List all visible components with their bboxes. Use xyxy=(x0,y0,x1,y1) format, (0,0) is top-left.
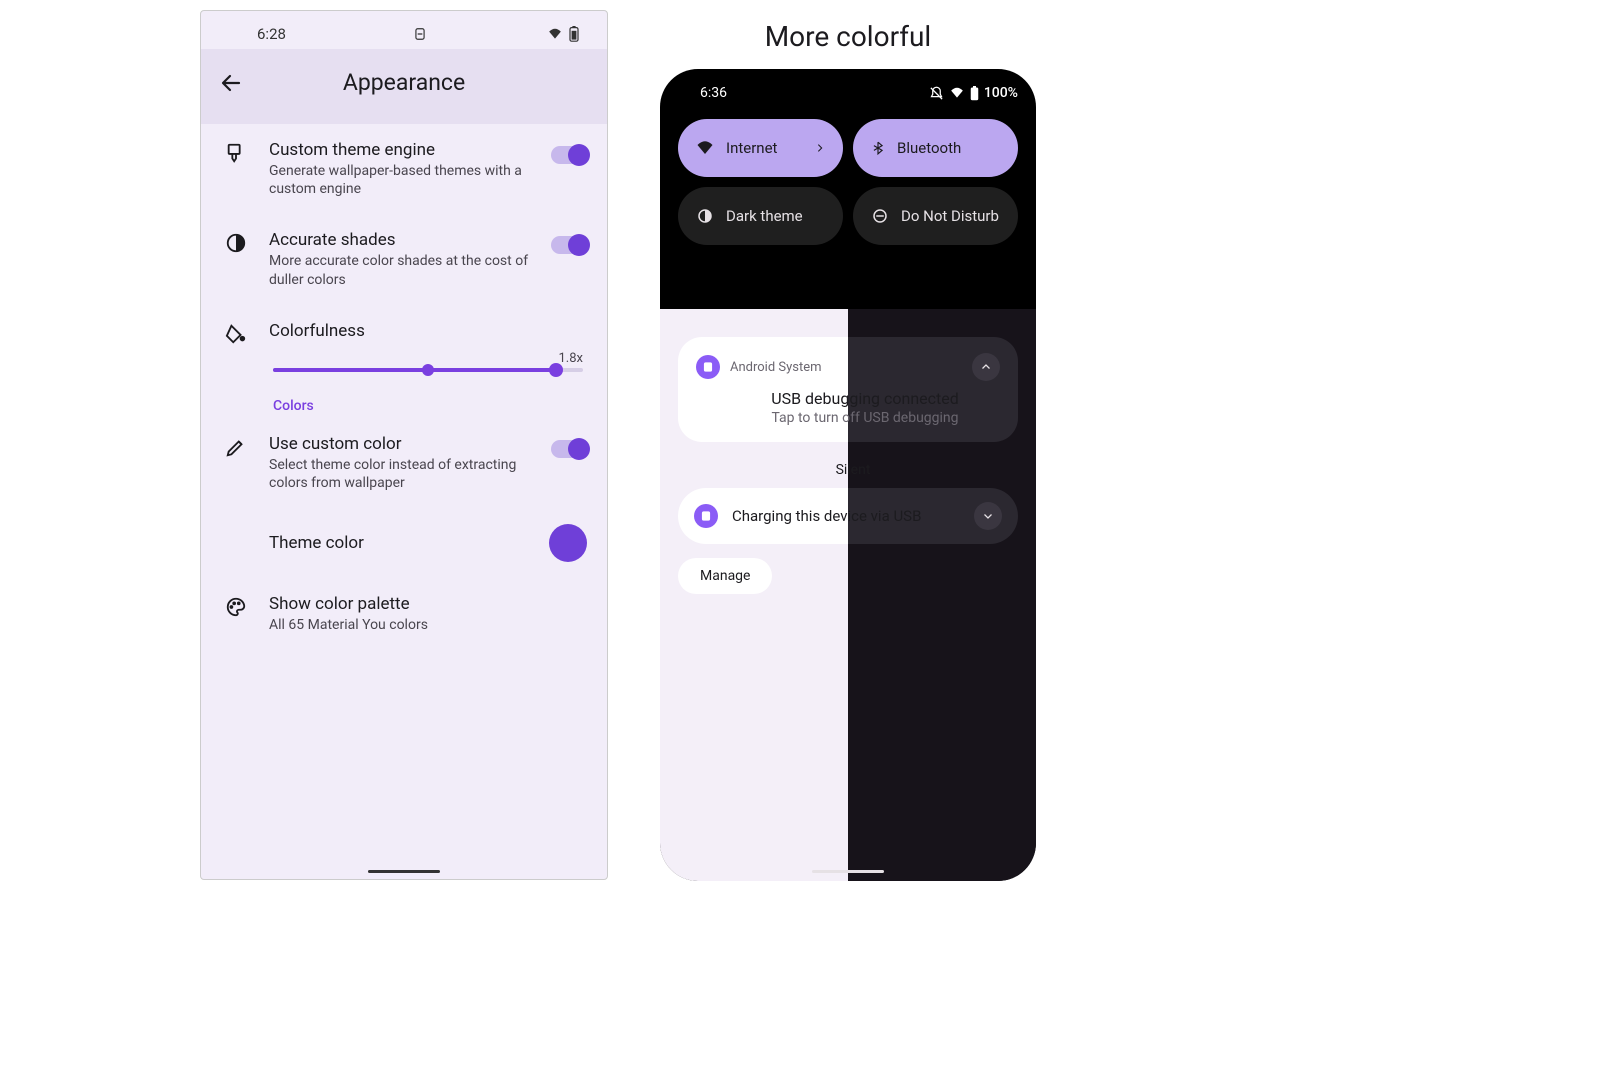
notif-title: Charging this device via USB xyxy=(732,507,921,525)
chevron-up-icon xyxy=(980,361,992,373)
dnd-icon xyxy=(871,207,889,225)
qs-label: Do Not Disturb xyxy=(901,207,999,225)
setting-title: Custom theme engine xyxy=(269,140,531,160)
setting-title: Theme color xyxy=(269,533,529,553)
brush-icon xyxy=(225,142,249,166)
quick-settings: Internet Bluetooth Dark theme Do Not Dis… xyxy=(660,109,1036,255)
theme-color-swatch[interactable] xyxy=(549,524,587,562)
status-bar: 6:28 xyxy=(201,11,607,49)
manage-button[interactable]: Manage xyxy=(678,558,772,594)
bluetooth-icon xyxy=(871,139,885,157)
expand-button[interactable] xyxy=(974,502,1002,530)
dnd-off-icon xyxy=(929,86,944,101)
android-system-icon xyxy=(694,504,718,528)
page-title: Appearance xyxy=(219,69,589,96)
app-bar: Appearance xyxy=(201,49,607,124)
chevron-right-icon xyxy=(815,141,825,155)
qs-label: Internet xyxy=(726,139,777,157)
toggle-custom-engine[interactable] xyxy=(551,146,587,164)
qs-tile-dark-theme[interactable]: Dark theme xyxy=(678,187,843,245)
section-colors-label: Colors xyxy=(201,380,607,418)
setting-subtitle: All 65 Material You colors xyxy=(269,616,587,634)
chevron-down-icon xyxy=(982,510,994,522)
settings-screen: 6:28 Appearance xyxy=(200,10,608,880)
qs-label: Dark theme xyxy=(726,207,803,225)
toggle-accurate-shades[interactable] xyxy=(551,236,587,254)
status-bar: 6:36 100% xyxy=(660,69,1036,109)
setting-title: Show color palette xyxy=(269,594,587,614)
nav-bar-indicator xyxy=(368,870,440,873)
battery-icon xyxy=(569,26,579,42)
notification-usb-debugging[interactable]: Android System USB debugging connected T… xyxy=(678,337,1018,442)
colorfulness-slider[interactable] xyxy=(273,368,583,372)
setting-title: Use custom color xyxy=(269,434,531,454)
row-show-palette[interactable]: Show color palette All 65 Material You c… xyxy=(201,578,607,650)
setting-title: Colorfulness xyxy=(269,321,587,341)
showcase-heading: More colorful xyxy=(648,10,1048,69)
row-colorfulness: Colorfulness xyxy=(201,305,607,351)
qs-label: Bluetooth xyxy=(897,139,961,157)
qs-tile-dnd[interactable]: Do Not Disturb xyxy=(853,187,1018,245)
setting-subtitle: Generate wallpaper-based themes with a c… xyxy=(269,162,531,198)
notif-title: USB debugging connected xyxy=(730,389,1000,408)
wifi-icon xyxy=(696,139,714,157)
palette-icon xyxy=(225,596,249,620)
bucket-icon xyxy=(225,323,249,347)
notif-subtitle: Tap to turn off USB debugging xyxy=(730,410,1000,426)
notification-charging[interactable]: Charging this device via USB xyxy=(678,488,1018,544)
wifi-icon xyxy=(547,27,563,41)
clock: 6:36 xyxy=(700,85,727,101)
battery-icon xyxy=(970,86,979,101)
setting-subtitle: Select theme color instead of extracting… xyxy=(269,456,531,492)
row-custom-theme-engine[interactable]: Custom theme engine Generate wallpaper-b… xyxy=(201,124,607,214)
contrast-icon xyxy=(225,232,249,256)
spacer xyxy=(225,532,249,556)
qs-tile-bluetooth[interactable]: Bluetooth xyxy=(853,119,1018,177)
row-accurate-shades[interactable]: Accurate shades More accurate color shad… xyxy=(201,214,607,304)
android-system-icon xyxy=(696,355,720,379)
setting-subtitle: More accurate color shades at the cost o… xyxy=(269,252,531,288)
qs-tile-internet[interactable]: Internet xyxy=(678,119,843,177)
eyedropper-icon xyxy=(225,436,249,460)
row-theme-color[interactable]: Theme color xyxy=(201,508,607,578)
setting-title: Accurate shades xyxy=(269,230,531,250)
clock: 6:28 xyxy=(257,25,286,43)
notification-shade-screen: 6:36 100% Internet xyxy=(660,69,1036,881)
wifi-icon xyxy=(949,86,965,100)
nav-bar-indicator xyxy=(812,870,884,873)
row-use-custom-color[interactable]: Use custom color Select theme color inst… xyxy=(201,418,607,508)
collapse-button[interactable] xyxy=(972,353,1000,381)
contrast-icon xyxy=(696,207,714,225)
notif-app-name: Android System xyxy=(730,360,822,375)
notif-icon xyxy=(413,27,427,41)
battery-percent: 100% xyxy=(984,85,1018,101)
silent-section-label: Silent xyxy=(688,462,1018,478)
toggle-use-custom-color[interactable] xyxy=(551,440,587,458)
